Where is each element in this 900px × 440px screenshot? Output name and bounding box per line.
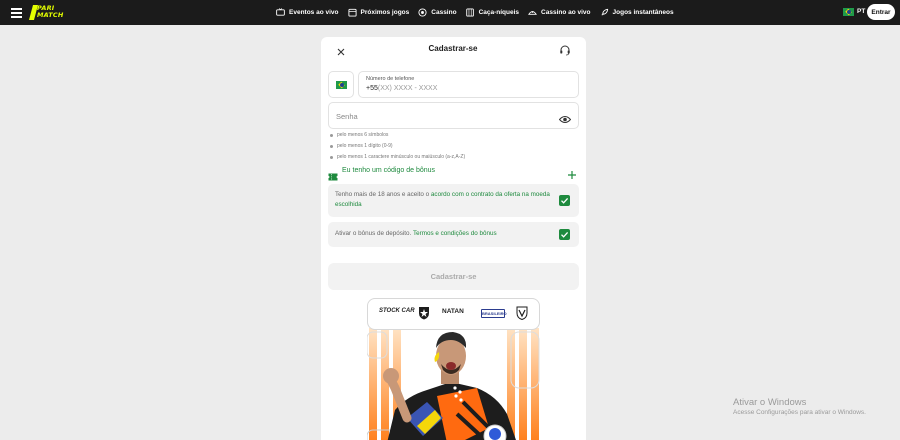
live-tv-icon [276, 8, 285, 17]
sponsor-stock-car: STOCK CAR [379, 308, 415, 314]
age-consent-text: Tenho mais de 18 anos e aceito o acordo … [335, 191, 550, 208]
casino-chip-icon [418, 8, 427, 17]
deposit-bonus-checkbox[interactable] [559, 229, 570, 240]
sponsor-bar: STOCK CAR NATAN BRASILEIRO [367, 298, 540, 330]
brazil-flag-icon [336, 81, 347, 89]
main-nav: Eventos ao vivo Próximos jogos Cassino C… [276, 0, 683, 25]
live-casino-icon [528, 8, 537, 17]
register-submit-button[interactable]: Cadastrar-se [328, 263, 579, 290]
parimatch-logo[interactable]: PARI MATCH [28, 5, 69, 20]
password-field[interactable]: Senha [328, 102, 579, 129]
promo-banner: STOCK CAR NATAN BRASILEIRO [367, 298, 540, 440]
password-rules: pelo menos 6 símbolos pelo menos 1 dígit… [330, 132, 465, 165]
nav-item-cassino-ao-vivo[interactable]: Cassino ao vivo [528, 8, 591, 17]
sponsor-badge: BRASILEIRO [481, 309, 507, 318]
login-button[interactable]: Entrar [867, 4, 895, 20]
football-player-illustration [383, 332, 516, 440]
plus-icon[interactable] [567, 167, 577, 179]
menu-icon[interactable] [11, 8, 22, 18]
modal-title: Cadastrar-se [428, 44, 478, 53]
nav-item-cassino[interactable]: Cassino [418, 8, 457, 17]
ticket-icon [328, 168, 338, 181]
language-selector[interactable]: PT [857, 8, 865, 15]
nav-item-jogos-instantaneos[interactable]: Jogos instantâneos [600, 8, 674, 17]
phone-prefix: +55 [366, 85, 378, 92]
age-consent-row: Tenho mais de 18 anos e aceito o acordo … [328, 184, 579, 217]
deposit-bonus-row: Ativar o bônus de depósito. Termos e con… [328, 222, 579, 247]
close-icon[interactable] [336, 44, 346, 56]
bonus-code-toggle[interactable]: Eu tenho um código de bônus [328, 166, 579, 181]
sponsor-natan: NATAN [442, 308, 464, 315]
password-rule-item: pelo menos 1 caractere minúsculo ou maiú… [330, 154, 465, 165]
club-crest-icon [418, 306, 430, 320]
nav-item-eventos-ao-vivo[interactable]: Eventos ao vivo [276, 8, 339, 17]
password-rule-item: pelo menos 1 dígito (0-9) [330, 143, 465, 154]
club-crest-icon [516, 306, 528, 321]
bonus-code-label: Eu tenho um código de bônus [342, 167, 436, 174]
top-navigation-bar: PARI MATCH Eventos ao vivo Próximos jogo… [0, 0, 900, 25]
nav-item-caca-niqueis[interactable]: Caça-níqueis [465, 8, 519, 17]
phone-field-label: Número de telefone [366, 76, 415, 82]
slot-machine-icon [465, 8, 475, 17]
phone-input[interactable]: +55(XX) XXXX - XXXX [366, 85, 437, 92]
password-placeholder: Senha [336, 112, 358, 121]
calendar-icon [347, 8, 357, 17]
password-rule-item: pelo menos 6 símbolos [330, 132, 465, 143]
brazil-flag-icon[interactable] [843, 8, 854, 16]
rocket-icon [600, 8, 609, 17]
nav-item-proximos-jogos[interactable]: Próximos jogos [347, 8, 409, 17]
phone-number-field[interactable]: Número de telefone +55(XX) XXXX - XXXX [358, 71, 579, 98]
bonus-terms-link[interactable]: Termos e condições do bônus [413, 230, 497, 237]
windows-activation-subtitle: Acesse Configurações para ativar o Windo… [733, 409, 866, 416]
country-code-selector[interactable] [328, 71, 354, 98]
support-headset-icon[interactable] [559, 43, 571, 56]
phone-placeholder: (XX) XXXX - XXXX [377, 85, 438, 92]
windows-activation-title: Ativar o Windows [733, 397, 807, 408]
age-consent-checkbox[interactable] [559, 195, 570, 206]
deposit-bonus-text: Ativar o bônus de depósito. Termos e con… [335, 230, 497, 237]
show-password-eye-icon[interactable] [558, 111, 572, 123]
